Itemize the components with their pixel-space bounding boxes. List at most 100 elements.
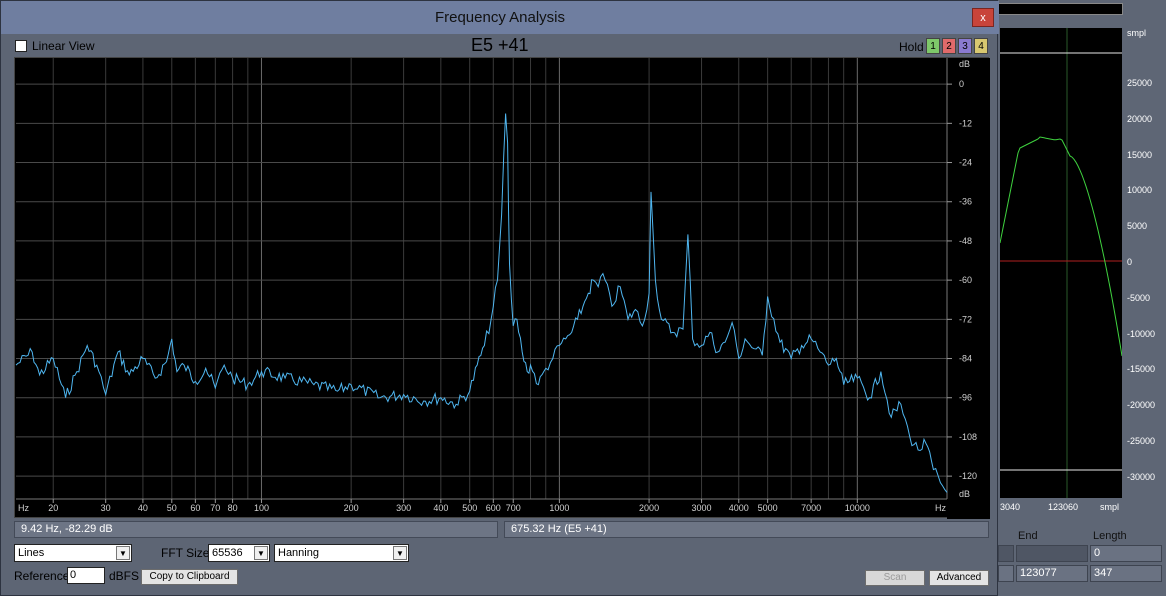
hold-button-2[interactable]: 2	[942, 38, 956, 54]
ruler-label: -30000	[1127, 471, 1156, 482]
ruler-label: -5000	[1127, 292, 1151, 303]
y-tick-label: -60	[959, 275, 972, 285]
peak-readout: 675.32 Hz (E5 +41)	[504, 521, 989, 538]
x-tick-label: 2000	[639, 503, 659, 513]
hold-button-1[interactable]: 1	[926, 38, 940, 54]
end-value[interactable]: 123077	[1016, 565, 1088, 582]
time-label: 123060	[1048, 502, 1079, 512]
fft-size-label: FFT Size	[161, 546, 210, 560]
x-tick-label: 500	[462, 503, 477, 513]
x-unit-right: Hz	[935, 503, 946, 513]
y-tick-label: -84	[959, 354, 972, 364]
reference-unit: dBFS	[109, 569, 140, 583]
background-time-axis: 3040 123060 smpl	[998, 498, 1166, 516]
cursor-readout: 9.42 Hz, -82.29 dB	[14, 521, 498, 538]
x-tick-label: 4000	[729, 503, 749, 513]
ruler-label: 10000	[1127, 185, 1153, 196]
y-unit-top: dB	[959, 59, 970, 69]
spectrum-series-line	[15, 113, 948, 493]
linear-view-checkbox[interactable]	[15, 40, 27, 52]
ruler-label: -25000	[1127, 436, 1156, 446]
length-field[interactable]: 0	[1090, 545, 1162, 562]
background-ruler: smpl 25000 20000 15000 10000 5000 0 -5000 -1000…	[1123, 28, 1166, 516]
x-tick-label: 100	[254, 503, 269, 513]
time-label: 3040	[1000, 502, 1021, 512]
x-tick-label: 5000	[758, 503, 778, 513]
waveform-line	[999, 136, 1123, 357]
spectrum-svg: 0 -12 -24 -36 -48 -60 -72 -84 -96 -108 -120 dB dB 20 3…	[15, 58, 990, 519]
end-field[interactable]	[1016, 545, 1088, 562]
close-button[interactable]: x	[972, 8, 994, 27]
y-tick-label: 0	[959, 79, 964, 89]
x-tick-label: 80	[228, 503, 238, 513]
time-unit: smpl	[1100, 502, 1120, 512]
scan-button[interactable]: Scan	[865, 570, 925, 586]
length-value[interactable]: 347	[1090, 565, 1162, 582]
y-tick-label: -12	[959, 118, 972, 128]
window-titlebar[interactable]: Frequency Analysis	[1, 1, 999, 34]
y-tick-label: -24	[959, 158, 972, 168]
y-unit-bottom: dB	[959, 489, 970, 499]
x-tick-label: 300	[396, 503, 411, 513]
y-tick-label: -72	[959, 314, 972, 324]
display-mode-value: Lines	[18, 547, 45, 559]
hold-label: Hold	[899, 40, 924, 54]
start-field[interactable]	[998, 545, 1014, 562]
window-function-value: Hanning	[278, 547, 319, 559]
x-tick-label: 700	[506, 503, 521, 513]
ruler-label: 25000	[1127, 78, 1153, 88]
ruler-label: 20000	[1127, 113, 1153, 124]
x-tick-label: 60	[190, 503, 200, 513]
y-tick-label: -96	[959, 393, 972, 403]
linear-view-label[interactable]: Linear View	[32, 39, 94, 53]
x-tick-label: 50	[167, 503, 177, 513]
length-header: Length	[1093, 530, 1127, 542]
fft-size-select[interactable]: 65536 ▼	[208, 544, 270, 562]
ruler-label: 15000	[1127, 149, 1153, 160]
y-tick-label: -48	[959, 236, 972, 246]
x-tick-label: 10000	[845, 503, 870, 513]
reference-input[interactable]: 0	[67, 567, 105, 584]
x-tick-label: 20	[48, 503, 58, 513]
background-waveform[interactable]	[999, 28, 1123, 498]
ruler-label: 0	[1127, 257, 1133, 267]
chevron-down-icon[interactable]: ▼	[254, 546, 268, 560]
x-tick-label: 70	[210, 503, 220, 513]
ruler-label: -10000	[1127, 328, 1156, 339]
x-unit-left: Hz	[18, 503, 29, 513]
x-tick-label: 600	[486, 503, 501, 513]
window-function-select[interactable]: Hanning ▼	[274, 544, 409, 562]
spectrum-plot[interactable]: 0 -12 -24 -36 -48 -60 -72 -84 -96 -108 -120 dB dB 20 3…	[14, 57, 990, 519]
display-mode-select[interactable]: Lines ▼	[14, 544, 132, 562]
end-header: End	[1018, 530, 1038, 542]
ruler-label: 5000	[1127, 221, 1148, 232]
x-tick-label: 3000	[692, 503, 712, 513]
ruler-label: -15000	[1127, 364, 1156, 375]
chevron-down-icon[interactable]: ▼	[393, 546, 407, 560]
chevron-down-icon[interactable]: ▼	[116, 546, 130, 560]
x-tick-label: 30	[101, 503, 111, 513]
ruler-label: -20000	[1127, 400, 1156, 411]
x-tick-label: 1000	[549, 503, 569, 513]
x-tick-label: 400	[433, 503, 448, 513]
y-tick-label: -36	[959, 197, 972, 207]
selection-panel: End Length 0 123077 347	[998, 528, 1166, 596]
start-value[interactable]	[998, 565, 1014, 582]
detected-note: E5 +41	[471, 35, 529, 55]
background-overview-bar[interactable]	[998, 3, 1123, 15]
x-tick-label: 40	[138, 503, 148, 513]
hold-button-4[interactable]: 4	[974, 38, 988, 54]
ruler-unit: smpl	[1127, 28, 1147, 38]
waveform-svg	[999, 28, 1123, 498]
advanced-button[interactable]: Advanced	[929, 570, 989, 586]
window-title: Frequency Analysis	[434, 9, 566, 26]
x-tick-label: 7000	[801, 503, 821, 513]
reference-label: Reference	[14, 569, 70, 583]
fft-size-value: 65536	[212, 547, 243, 559]
y-tick-label: -108	[959, 432, 977, 442]
frequency-analysis-window: Frequency Analysis x Linear View E5 +41 …	[0, 0, 999, 596]
hold-button-3[interactable]: 3	[958, 38, 972, 54]
copy-to-clipboard-button[interactable]: Copy to Clipboard	[141, 569, 238, 585]
x-tick-label: 200	[344, 503, 359, 513]
y-tick-label: -120	[959, 471, 977, 481]
